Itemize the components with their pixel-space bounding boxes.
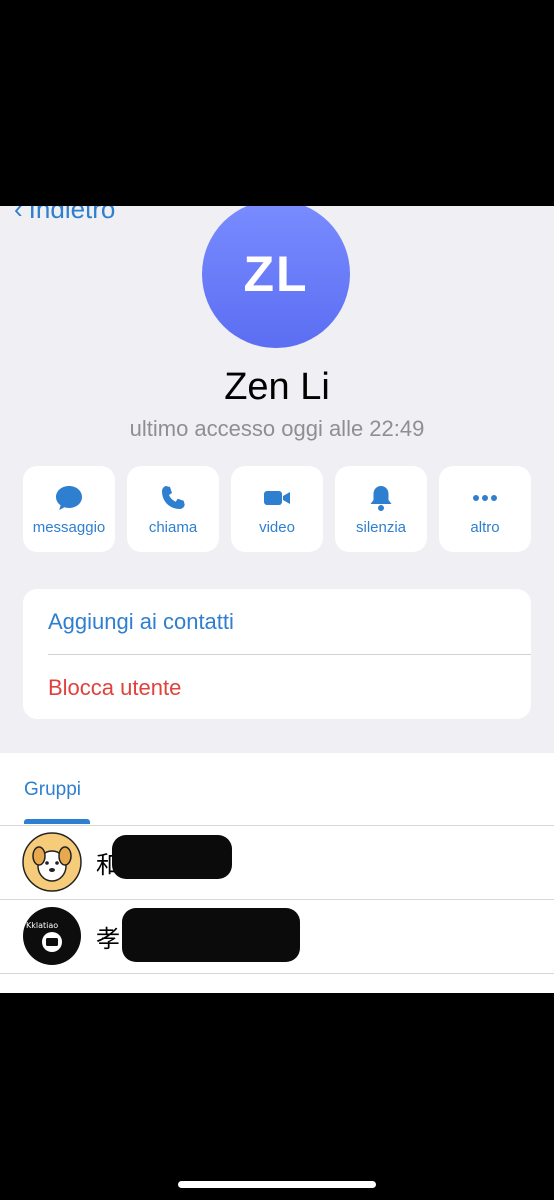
groups-section: Gruppi 和 Kklatiao 孝 xyxy=(0,753,554,993)
video-camera-icon xyxy=(264,490,290,505)
profile-name: Zen Li xyxy=(224,366,330,408)
more-button[interactable]: altro xyxy=(439,466,531,552)
list-item[interactable]: 和 xyxy=(0,826,554,898)
call-button[interactable]: chiama xyxy=(127,466,219,552)
contact-options-card: Aggiungi ai contatti Blocca utente xyxy=(23,589,531,719)
last-seen-status: ultimo accesso oggi alle 22:49 xyxy=(129,416,425,441)
mute-button[interactable]: silenzia xyxy=(335,466,427,552)
call-label: chiama xyxy=(148,518,198,536)
bell-icon xyxy=(370,485,392,511)
mute-label: silenzia xyxy=(355,518,407,536)
video-label: video xyxy=(259,518,295,536)
more-label: altro xyxy=(470,518,500,536)
avatar[interactable]: ZL xyxy=(202,206,350,348)
avatar-initials: ZL xyxy=(243,246,309,302)
home-indicator[interactable] xyxy=(178,1181,376,1188)
back-button[interactable]: ‹ Indietro xyxy=(14,206,115,225)
message-button[interactable]: messaggio xyxy=(23,466,115,552)
block-user-button[interactable]: Blocca utente xyxy=(23,655,531,719)
phone-icon xyxy=(162,485,185,509)
divider xyxy=(0,973,554,974)
action-bar: messaggio chiama video silenzia altro xyxy=(23,466,531,552)
video-button[interactable]: video xyxy=(231,466,323,552)
dog-avatar-icon xyxy=(22,832,82,892)
profile-screen: ‹ Indietro ZL Zen Li ultimo accesso oggi… xyxy=(0,206,554,993)
group-name: 孝 xyxy=(96,925,120,953)
more-dots-icon xyxy=(473,494,497,501)
tab-indicator xyxy=(24,819,90,824)
message-bubble-icon xyxy=(56,485,82,510)
redaction-mark xyxy=(112,835,232,879)
chevron-left-icon: ‹ xyxy=(14,206,23,224)
tv-logo-avatar-icon: Kklatiao xyxy=(23,907,81,965)
message-label: messaggio xyxy=(32,518,106,536)
tab-groups[interactable]: Gruppi xyxy=(24,779,81,801)
redaction-mark xyxy=(122,908,300,962)
avatar-text: Kklatiao xyxy=(26,921,58,930)
add-to-contacts-button[interactable]: Aggiungi ai contatti xyxy=(23,589,531,654)
back-label: Indietro xyxy=(28,206,116,224)
